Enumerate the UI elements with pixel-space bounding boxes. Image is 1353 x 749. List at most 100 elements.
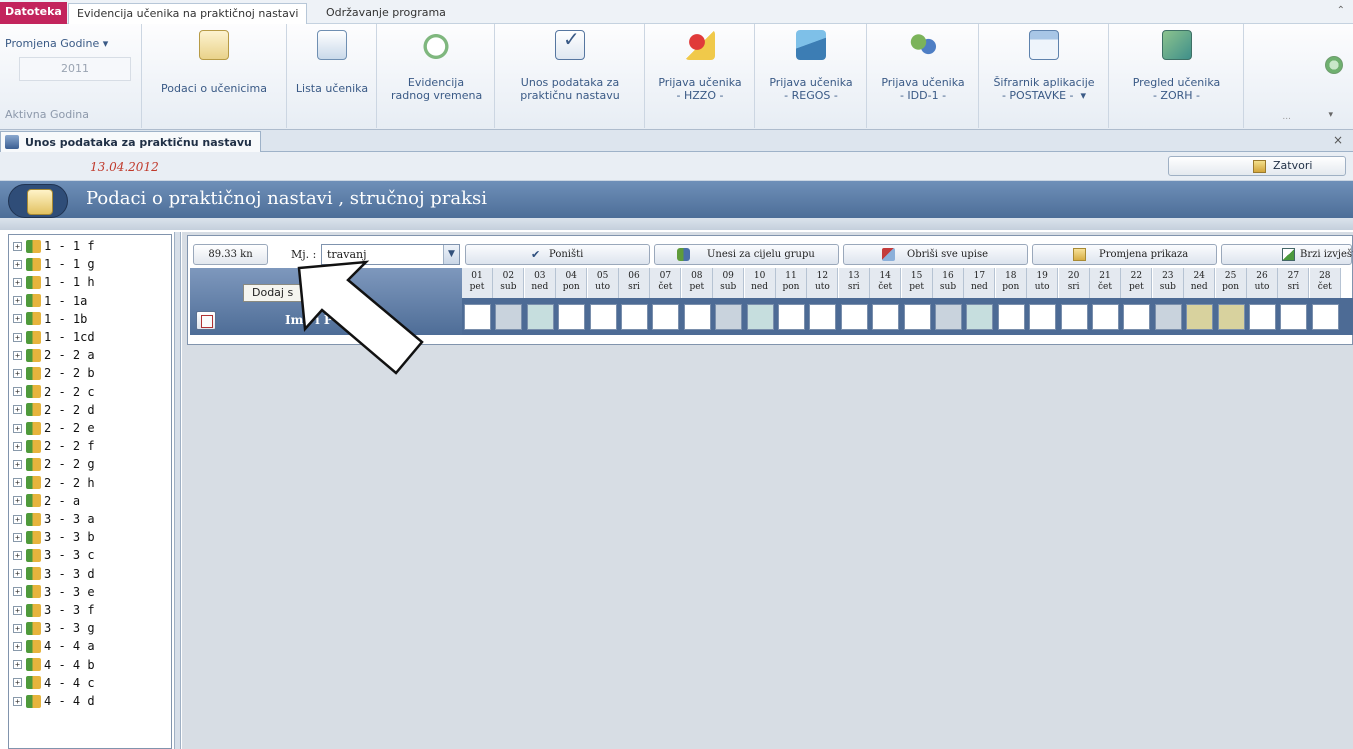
day-cell[interactable] <box>935 304 962 330</box>
students-data-button[interactable]: Podaci o učenicima <box>154 30 274 95</box>
tree-item[interactable]: +1 - 1 g <box>13 255 95 273</box>
expand-icon[interactable]: + <box>13 569 22 579</box>
class-tree[interactable]: +1 - 1 f +1 - 1 g +1 - 1 h +1 - 1a +1 - 1b +1… <box>8 234 172 749</box>
day-cell[interactable] <box>809 304 837 330</box>
expand-icon[interactable]: + <box>13 623 22 633</box>
expand-icon[interactable]: + <box>13 587 22 597</box>
tree-item[interactable]: +2 - 2 c <box>13 383 95 401</box>
day-cell[interactable] <box>683 304 711 330</box>
tree-item[interactable]: +1 - 1a <box>13 292 87 310</box>
day-cell[interactable] <box>840 304 868 330</box>
day-cell[interactable] <box>464 304 491 330</box>
expand-icon[interactable]: + <box>13 605 22 615</box>
close-form-button[interactable]: Zatvori <box>1168 156 1346 176</box>
amount-button[interactable]: 89.33 kn <box>193 244 268 265</box>
edit-record-icon[interactable] <box>196 311 216 330</box>
regos-button[interactable]: Prijava učenika - REGOS - <box>761 30 861 102</box>
day-cell[interactable] <box>621 304 648 330</box>
tree-item[interactable]: +3 - 3 a <box>13 510 95 528</box>
practice-entry-button[interactable]: Unos podataka za praktičnu nastavu <box>510 30 630 102</box>
change-view-button[interactable]: Promjena prikaza <box>1032 244 1217 265</box>
expand-icon[interactable]: + <box>13 678 22 688</box>
expand-icon[interactable]: + <box>13 459 22 469</box>
expand-icon[interactable]: + <box>13 441 22 451</box>
chevron-down-icon[interactable]: ▼ <box>443 245 459 264</box>
tree-item[interactable]: +2 - 2 f <box>13 437 95 455</box>
tree-item[interactable]: +3 - 3 b <box>13 528 95 546</box>
quick-report-button[interactable]: Brzi izvještaj <box>1221 244 1353 265</box>
expand-icon[interactable]: + <box>13 478 22 488</box>
tree-item[interactable]: +4 - 4 d <box>13 692 95 710</box>
tree-item[interactable]: +4 - 4 c <box>13 674 95 692</box>
expand-icon[interactable]: + <box>13 550 22 560</box>
expand-icon[interactable]: + <box>13 423 22 433</box>
more-icon[interactable]: ... <box>1282 112 1291 122</box>
day-cell[interactable] <box>778 304 805 330</box>
work-time-button[interactable]: Evidencija radnog vremena <box>391 30 482 102</box>
enter-group-button[interactable]: Unesi za cijelu grupu <box>654 244 839 265</box>
chevron-down-icon[interactable]: ▾ <box>1328 110 1333 120</box>
day-cell[interactable] <box>903 304 931 330</box>
expand-icon[interactable]: + <box>13 277 22 287</box>
tree-item[interactable]: +1 - 1b <box>13 310 87 328</box>
status-orb-icon[interactable] <box>1325 56 1343 74</box>
tab-odrzavanje[interactable]: Održavanje programa <box>318 3 454 24</box>
reset-button[interactable]: ✔ Poništi <box>465 244 650 265</box>
expand-icon[interactable]: + <box>13 405 22 415</box>
tree-item[interactable]: +1 - 1cd <box>13 328 95 346</box>
expand-icon[interactable]: + <box>13 696 22 706</box>
day-cell[interactable] <box>1249 304 1276 330</box>
tree-item[interactable]: +3 - 3 f <box>13 601 95 619</box>
day-cell[interactable] <box>1280 304 1308 330</box>
document-tab[interactable]: Unos podataka za praktičnu nastavu <box>0 131 261 152</box>
expand-icon[interactable]: + <box>13 332 22 342</box>
tree-item[interactable]: +4 - 4 a <box>13 637 95 655</box>
day-cell[interactable] <box>872 304 900 330</box>
settings-button[interactable]: Šifrarnik aplikacije - POSTAVKE - ▾ <box>984 30 1104 102</box>
tab-datoteka[interactable]: Datoteka <box>0 2 67 24</box>
tree-splitter[interactable] <box>174 232 181 749</box>
tree-item[interactable]: +2 - 2 e <box>13 419 95 437</box>
day-cell[interactable] <box>495 304 523 330</box>
day-cell[interactable] <box>1217 304 1245 330</box>
close-icon[interactable]: × <box>1333 133 1343 147</box>
tree-item[interactable]: +2 - 2 g <box>13 455 95 473</box>
tree-item[interactable]: +2 - 2 d <box>13 401 95 419</box>
tree-item[interactable]: +2 - a <box>13 492 80 510</box>
tab-evidencija[interactable]: Evidencija učenika na praktičnoj nastavi <box>68 3 308 24</box>
tree-item[interactable]: +1 - 1 f <box>13 237 95 255</box>
expand-icon[interactable]: + <box>13 314 22 324</box>
tree-item[interactable]: +2 - 2 b <box>13 364 95 382</box>
day-cell[interactable] <box>997 304 1025 330</box>
day-cell[interactable] <box>715 304 743 330</box>
expand-icon[interactable]: + <box>13 350 22 360</box>
tree-item[interactable]: +3 - 3 g <box>13 619 95 637</box>
day-cell[interactable] <box>558 304 586 330</box>
tree-item[interactable]: +2 - 2 h <box>13 474 95 492</box>
expand-icon[interactable]: + <box>13 660 22 670</box>
expand-icon[interactable]: + <box>13 496 22 506</box>
day-cell[interactable] <box>1154 304 1182 330</box>
delete-all-button[interactable]: Obriši sve upise <box>843 244 1028 265</box>
month-select[interactable]: travanj ▼ <box>321 244 460 265</box>
day-cell[interactable] <box>526 304 554 330</box>
expand-icon[interactable]: + <box>13 296 22 306</box>
chevron-up-icon[interactable]: ⌃ <box>1337 5 1345 16</box>
expand-icon[interactable]: + <box>13 387 22 397</box>
expand-icon[interactable]: + <box>13 368 22 378</box>
day-cell[interactable] <box>652 304 680 330</box>
tree-item[interactable]: +1 - 1 h <box>13 273 95 291</box>
tree-item[interactable]: +3 - 3 e <box>13 583 95 601</box>
year-field[interactable]: 2011 <box>19 57 131 81</box>
expand-icon[interactable]: + <box>13 514 22 524</box>
day-cell[interactable] <box>746 304 774 330</box>
day-cell[interactable] <box>1123 304 1151 330</box>
zorh-button[interactable]: Pregled učenika - ZORH - <box>1119 30 1234 102</box>
expand-icon[interactable]: + <box>13 259 22 269</box>
hzzo-button[interactable]: Prijava učenika - HZZO - <box>650 30 750 102</box>
expand-icon[interactable]: + <box>13 641 22 651</box>
day-cell[interactable] <box>1092 304 1119 330</box>
idd-button[interactable]: Prijava učenika - IDD-1 - <box>873 30 973 102</box>
day-cell[interactable] <box>966 304 994 330</box>
tree-item[interactable]: +4 - 4 b <box>13 656 95 674</box>
